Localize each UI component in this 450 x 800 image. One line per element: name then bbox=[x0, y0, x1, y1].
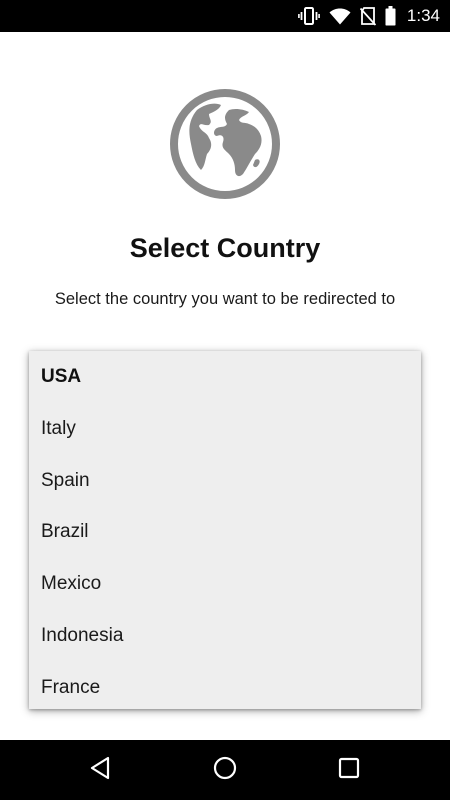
status-icons: 1:34 bbox=[298, 0, 440, 32]
back-icon bbox=[89, 756, 111, 785]
country-item-italy[interactable]: Italy bbox=[29, 403, 421, 455]
status-time: 1:34 bbox=[406, 6, 440, 25]
status-bar: 1:34 bbox=[0, 0, 450, 32]
globe-icon bbox=[169, 88, 281, 200]
country-item-spain[interactable]: Spain bbox=[29, 455, 421, 507]
screen: 1:34 Select Country Select the country y… bbox=[0, 0, 450, 800]
country-item-france[interactable]: France bbox=[29, 662, 421, 709]
country-item-brazil[interactable]: Brazil bbox=[29, 506, 421, 558]
country-item-usa[interactable]: USA bbox=[29, 351, 421, 403]
page-subtitle: Select the country you want to be redire… bbox=[54, 290, 396, 308]
country-item-indonesia[interactable]: Indonesia bbox=[29, 610, 421, 662]
page-title: Select Country bbox=[129, 233, 321, 263]
navigation-bar bbox=[0, 740, 450, 800]
battery-icon bbox=[385, 6, 396, 26]
no-sim-icon bbox=[359, 6, 376, 26]
recents-icon bbox=[338, 757, 360, 784]
country-dropdown-list[interactable]: USA Italy Spain Brazil Mexico Indonesia … bbox=[29, 351, 421, 709]
back-button[interactable] bbox=[70, 740, 130, 800]
home-icon bbox=[213, 756, 237, 785]
home-button[interactable] bbox=[195, 740, 255, 800]
country-item-mexico[interactable]: Mexico bbox=[29, 558, 421, 610]
vibrate-icon bbox=[298, 7, 320, 25]
recents-button[interactable] bbox=[319, 740, 379, 800]
wifi-icon bbox=[329, 8, 351, 25]
